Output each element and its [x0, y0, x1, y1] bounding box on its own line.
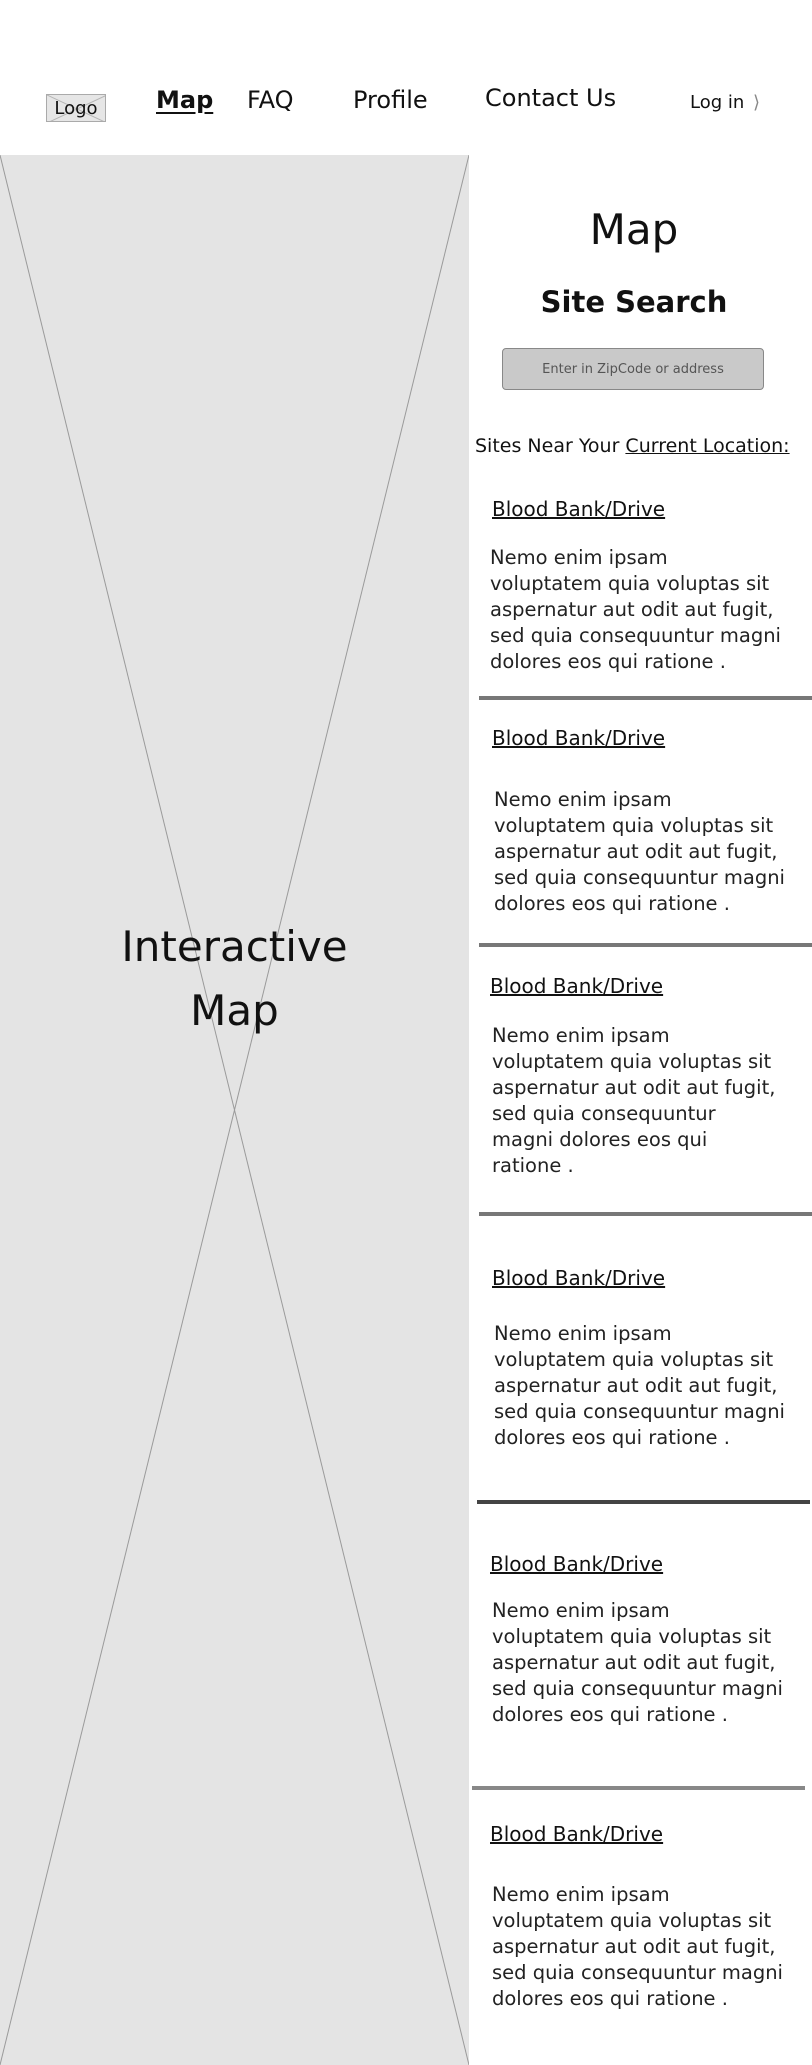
site-divider: [479, 1212, 812, 1216]
site-description-line: voluptatem quia voluptas sit: [492, 1050, 772, 1073]
site-description: Nemo enim ipsam voluptatem quia voluptas…: [490, 545, 810, 675]
site-description-line: dolores eos qui ratione .: [490, 650, 726, 673]
site-description-line: Nemo enim ipsam: [494, 1322, 672, 1345]
site-description-line: voluptatem quia voluptas sit: [492, 1625, 772, 1648]
site-description-line: voluptatem quia voluptas sit: [494, 814, 774, 837]
site-description-line: aspernatur aut odit aut fugit,: [492, 1935, 776, 1958]
nav-faq[interactable]: FAQ: [247, 86, 294, 114]
location-search-input[interactable]: [502, 348, 764, 390]
site-description-line: magni dolores eos qui: [492, 1128, 708, 1151]
site-description-line: sed quia consequuntur magni: [490, 624, 781, 647]
site-search-sidebar: Map Site Search Sites Near Your Current …: [469, 155, 812, 2065]
site-description-line: aspernatur aut odit aut fugit,: [494, 840, 778, 863]
sites-near-prefix: Sites Near Your: [475, 435, 626, 457]
site-description-line: aspernatur aut odit aut fugit,: [492, 1076, 776, 1099]
site-description-line: sed quia consequuntur magni: [492, 1961, 783, 1984]
map-placeholder-icon: [0, 155, 469, 2065]
login-scroll-indicator-icon: ⟩: [753, 92, 761, 113]
site-description-line: aspernatur aut odit aut fugit,: [492, 1651, 776, 1674]
site-header: Logo Map FAQ Profile Contact Us Log in ⟩: [0, 0, 812, 155]
map-placeholder-label: Interactive Map: [0, 915, 469, 1043]
site-description-line: sed quia consequuntur magni: [494, 866, 785, 889]
site-description-line: aspernatur aut odit aut fugit,: [490, 598, 774, 621]
site-title[interactable]: Blood Bank/Drive: [490, 1552, 663, 1576]
site-description-line: ratione .: [492, 1154, 574, 1177]
site-description-line: dolores eos qui ratione .: [494, 892, 730, 915]
map-label-line-2: Map: [190, 986, 279, 1035]
current-location-link[interactable]: Current Location:: [625, 435, 789, 457]
site-description: Nemo enim ipsam voluptatem quia voluptas…: [492, 1882, 812, 2012]
site-description-line: Nemo enim ipsam: [490, 546, 668, 569]
sidebar-title: Map: [589, 205, 679, 254]
site-title[interactable]: Blood Bank/Drive: [490, 1822, 663, 1846]
site-description-line: Nemo enim ipsam: [492, 1883, 670, 1906]
site-description: Nemo enim ipsam voluptatem quia voluptas…: [494, 787, 812, 917]
site-description-line: voluptatem quia voluptas sit: [490, 572, 770, 595]
logo-text: Logo: [54, 97, 98, 119]
site-title[interactable]: Blood Bank/Drive: [492, 726, 665, 750]
site-description: Nemo enim ipsam voluptatem quia voluptas…: [492, 1598, 812, 1728]
logo[interactable]: Logo: [46, 94, 106, 122]
interactive-map[interactable]: Interactive Map: [0, 155, 469, 2065]
nav-map[interactable]: Map: [156, 86, 213, 114]
nav-contact-us[interactable]: Contact Us: [485, 84, 616, 112]
site-description-line: sed quia consequuntur magni: [492, 1677, 783, 1700]
map-label-line-1: Interactive: [121, 922, 348, 971]
sites-near-label: Sites Near Your Current Location:: [475, 435, 790, 457]
site-title[interactable]: Blood Bank/Drive: [490, 974, 663, 998]
site-description: Nemo enim ipsam voluptatem quia voluptas…: [494, 1321, 812, 1451]
login-link[interactable]: Log in: [690, 92, 744, 113]
site-divider: [477, 1500, 810, 1504]
site-description-line: Nemo enim ipsam: [492, 1024, 670, 1047]
site-description-line: sed quia consequuntur: [492, 1102, 716, 1125]
site-description-line: voluptatem quia voluptas sit: [492, 1909, 772, 1932]
site-description-line: dolores eos qui ratione .: [492, 1987, 728, 2010]
site-description-line: voluptatem quia voluptas sit: [494, 1348, 774, 1371]
site-search-heading: Site Search: [540, 285, 728, 319]
site-divider: [472, 1786, 805, 1790]
site-description-line: Nemo enim ipsam: [492, 1599, 670, 1622]
site-description-line: dolores eos qui ratione .: [494, 1426, 730, 1449]
site-divider: [479, 696, 812, 700]
site-description-line: sed quia consequuntur magni: [494, 1400, 785, 1423]
site-description: Nemo enim ipsam voluptatem quia voluptas…: [492, 1023, 812, 1179]
site-description-line: aspernatur aut odit aut fugit,: [494, 1374, 778, 1397]
site-description-line: dolores eos qui ratione .: [492, 1703, 728, 1726]
site-description-line: Nemo enim ipsam: [494, 788, 672, 811]
nav-profile[interactable]: Profile: [353, 86, 428, 114]
site-title[interactable]: Blood Bank/Drive: [492, 1266, 665, 1290]
site-title[interactable]: Blood Bank/Drive: [492, 497, 665, 521]
site-divider: [479, 943, 812, 947]
